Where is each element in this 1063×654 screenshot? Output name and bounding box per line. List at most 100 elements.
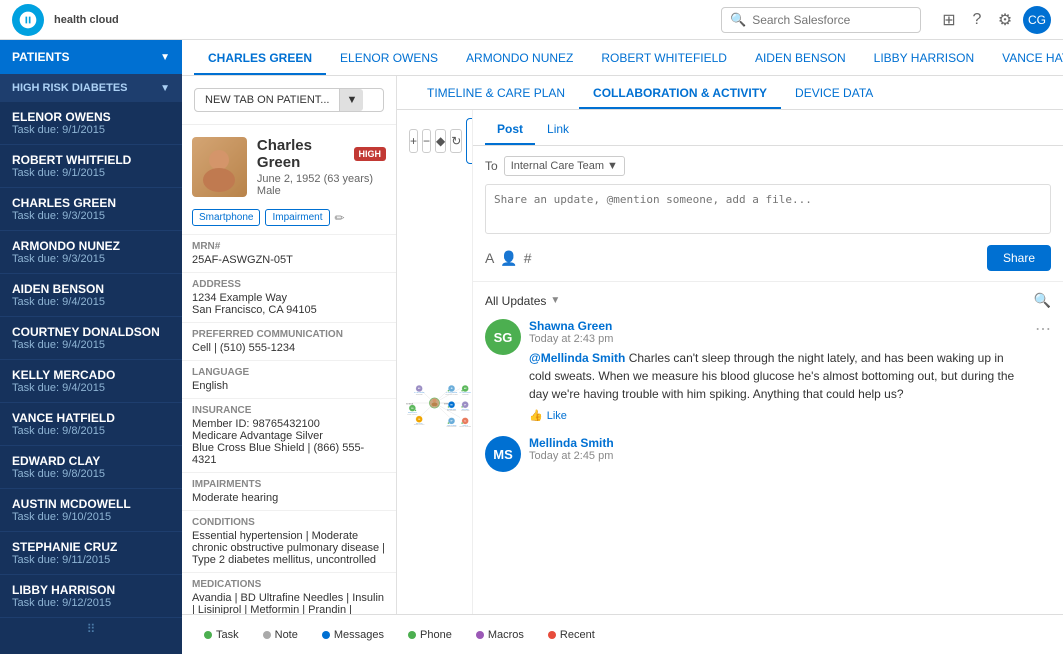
bottom-bar-task[interactable]: Task <box>194 623 249 647</box>
mrn-value: 25AF-ASWGZN-05T <box>192 254 386 266</box>
bottom-bar-macros[interactable]: Macros <box>466 623 534 647</box>
text-format-icon[interactable]: A <box>485 250 494 266</box>
patient-gender: Male <box>257 185 386 197</box>
patient-tab-elenor-owens[interactable]: ELENOR OWENS <box>326 43 452 75</box>
help-icon[interactable]: ? <box>967 10 987 30</box>
sub-tab-collaboration[interactable]: COLLABORATION & ACTIVITY <box>579 79 781 109</box>
feed-avatar: SG <box>485 319 521 355</box>
to-label: To <box>485 159 498 173</box>
search-bar[interactable]: 🔍 <box>721 7 921 33</box>
patient-photo <box>192 137 247 197</box>
diamond-tool-button[interactable]: ◆ <box>435 129 446 153</box>
bottom-bar-phone[interactable]: Phone <box>398 623 462 647</box>
sidebar-patient-item[interactable]: KELLY MERCADOTask due: 9/4/2015 <box>0 360 182 403</box>
sidebar-header-chevron: ▼ <box>160 52 170 63</box>
edit-tags-icon[interactable]: ✏ <box>335 211 345 225</box>
search-input[interactable] <box>752 13 912 27</box>
patient-tab-armondo-nunez[interactable]: ARMONDO NUNEZ <box>452 43 587 75</box>
refresh-button[interactable]: ↻ <box>450 129 462 153</box>
add-member-button[interactable]: Add New Member <box>466 118 473 164</box>
new-tab-label: NEW TAB ON PATIENT... <box>205 94 329 106</box>
patient-tab-charles-green[interactable]: CHARLES GREEN <box>194 43 326 75</box>
sidebar-patient-name: EDWARD CLAY <box>12 454 170 468</box>
macros-dot-icon <box>476 631 484 639</box>
sidebar-patient-name: VANCE HATFIELD <box>12 411 170 425</box>
feed-text: @Mellinda Smith Charles can't sleep thro… <box>529 349 1027 403</box>
grid-icon[interactable]: ⊞ <box>939 10 959 30</box>
feed-more-icon[interactable]: ⋯ <box>1035 319 1051 339</box>
all-updates-label: All Updates <box>485 294 546 308</box>
messages-dot-icon <box>322 631 330 639</box>
sidebar-resize-handle[interactable]: ⠿ <box>0 618 182 640</box>
ins-label: INSURANCE <box>192 405 386 416</box>
feed-item: SG Shawna Green Today at 2:43 pm @Mellin… <box>485 319 1051 422</box>
tag-smartphone: Smartphone <box>192 209 260 226</box>
feed-content: Shawna Green Today at 2:43 pm @Mellinda … <box>529 319 1027 422</box>
sidebar-patient-item[interactable]: AUSTIN MCDOWELLTask due: 9/10/2015 <box>0 489 182 532</box>
to-value: Internal Care Team <box>511 160 604 172</box>
sidebar-patient-item[interactable]: VANCE HATFIELDTask due: 9/8/2015 <box>0 403 182 446</box>
feed-like-button[interactable]: 👍 Like <box>529 409 1027 422</box>
ins-value: Member ID: 98765432100Medicare Advantage… <box>192 418 386 466</box>
mrn-label: MRN# <box>192 241 386 252</box>
patient-tab-robert-whitefield[interactable]: ROBERT WHITEFIELD <box>587 43 741 75</box>
settings-icon[interactable]: ⚙ <box>995 10 1015 30</box>
sidebar-patient-task: Task due: 9/3/2015 <box>12 210 170 222</box>
new-tab-dropdown-arrow[interactable]: ▼ <box>339 89 363 111</box>
hash-icon[interactable]: # <box>524 250 532 266</box>
imp-value: Moderate hearing <box>192 492 386 504</box>
sidebar-patient-task: Task due: 9/4/2015 <box>12 296 170 308</box>
sidebar-patient-item[interactable]: COURTNEY DONALDSONTask due: 9/4/2015 <box>0 317 182 360</box>
sub-tab-device[interactable]: DEVICE DATA <box>781 79 887 109</box>
patient-tab-aiden-benson[interactable]: AIDEN BENSON <box>741 43 860 75</box>
post-format-icons: A 👤 # <box>485 250 532 267</box>
bottom-bar-messages[interactable]: Messages <box>312 623 394 647</box>
to-chevron-icon: ▼ <box>607 160 618 172</box>
sidebar-patient-item[interactable]: CHARLES GREENTask due: 9/3/2015 <box>0 188 182 231</box>
all-updates-chevron: ▼ <box>550 295 560 306</box>
sidebar-filter-chevron: ▼ <box>160 83 170 94</box>
bottom-bar-recent[interactable]: Recent <box>538 623 605 647</box>
share-button[interactable]: Share <box>987 245 1051 271</box>
zoom-out-button[interactable]: − <box>422 129 431 153</box>
mention-icon[interactable]: 👤 <box>500 250 517 267</box>
feed-search-icon[interactable]: 🔍 <box>1034 292 1051 309</box>
recent-dot-icon <box>548 631 556 639</box>
bottom-bar-note[interactable]: Note <box>253 623 308 647</box>
patient-tab-libby-harrison[interactable]: LIBBY HARRISON <box>860 43 988 75</box>
address-label: ADDRESS <box>192 279 386 290</box>
sidebar-patient-item[interactable]: LIBBY HARRISONTask due: 9/12/2015 <box>0 575 182 618</box>
task-dot-icon <box>204 631 212 639</box>
avatar[interactable]: CG <box>1023 6 1051 34</box>
app-logo <box>12 4 44 36</box>
feed-time: Today at 2:45 pm <box>529 450 1051 462</box>
sidebar-filter[interactable]: HIGH RISK DIABETES ▼ <box>0 74 182 102</box>
sidebar-patient-name: ROBERT WHITFIELD <box>12 153 170 167</box>
sidebar-patient-item[interactable]: ARMONDO NUNEZTask due: 9/3/2015 <box>0 231 182 274</box>
sidebar-patient-item[interactable]: EDWARD CLAYTask due: 9/8/2015 <box>0 446 182 489</box>
like-thumb-icon: 👍 <box>529 409 543 422</box>
sidebar-patient-name: ARMONDO NUNEZ <box>12 239 170 253</box>
sidebar-header[interactable]: PATIENTS ▼ <box>0 40 182 74</box>
sidebar-filter-label: HIGH RISK DIABETES <box>12 82 128 94</box>
sub-tab-timeline[interactable]: TIMELINE & CARE PLAN <box>413 79 579 109</box>
care-map-svg: EXTERNAL INTERNAL AH Dr. Amy Huffman <box>397 172 472 614</box>
all-updates-filter[interactable]: All Updates ▼ <box>485 294 560 308</box>
sidebar-patient-task: Task due: 9/12/2015 <box>12 597 170 609</box>
post-textarea[interactable] <box>485 184 1051 234</box>
recent-label: Recent <box>560 629 595 641</box>
to-select[interactable]: Internal Care Team ▼ <box>504 156 625 176</box>
sidebar-patient-item[interactable]: AIDEN BENSONTask due: 9/4/2015 <box>0 274 182 317</box>
sidebar-patient-name: LIBBY HARRISON <box>12 583 170 597</box>
zoom-in-button[interactable]: + <box>409 129 418 153</box>
svg-text:Shiv Pande: Shiv Pande <box>462 408 469 410</box>
sidebar-patient-item[interactable]: ELENOR OWENSTask due: 9/1/2015 <box>0 102 182 145</box>
new-tab-button[interactable]: NEW TAB ON PATIENT... ▼ <box>194 88 384 112</box>
feed-item: MS Mellinda Smith Today at 2:45 pm <box>485 436 1051 472</box>
tab-link[interactable]: Link <box>535 115 581 145</box>
patient-name: Charles Green <box>257 137 348 171</box>
patient-tab-vance-hatfield[interactable]: VANCE HATFIELD <box>988 43 1063 75</box>
sidebar-patient-item[interactable]: STEPHANIE CRUZTask due: 9/11/2015 <box>0 532 182 575</box>
sidebar-patient-item[interactable]: ROBERT WHITFIELDTask due: 9/1/2015 <box>0 145 182 188</box>
tab-post[interactable]: Post <box>485 115 535 145</box>
